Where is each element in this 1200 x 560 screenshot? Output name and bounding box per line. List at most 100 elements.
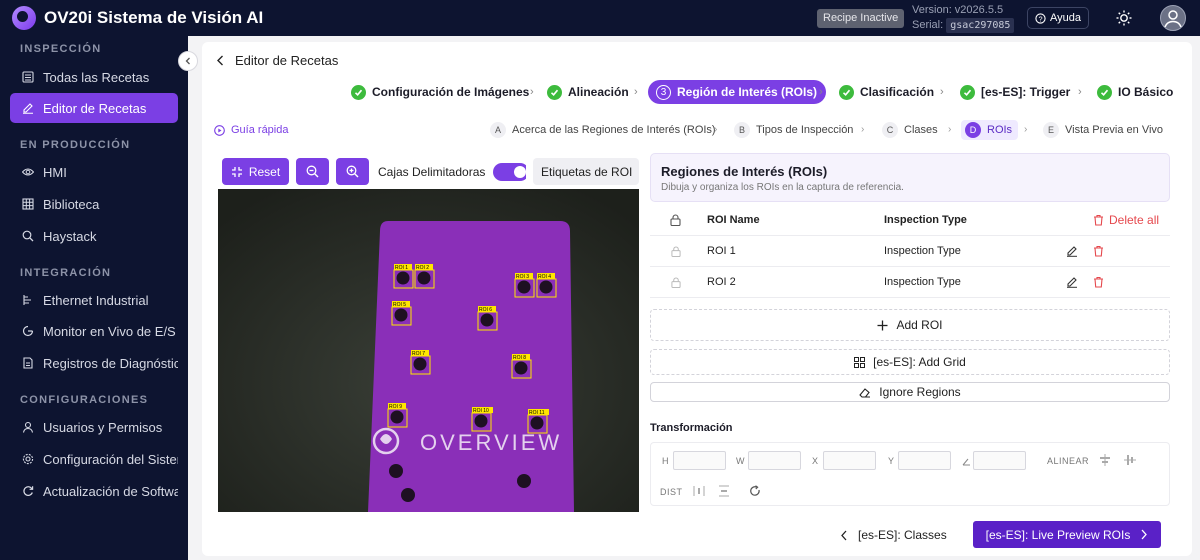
- bounding-boxes-switch[interactable]: [493, 162, 526, 181]
- step-io-basico[interactable]: IO Básico: [1097, 80, 1173, 104]
- rotation-input[interactable]: [973, 451, 1026, 470]
- delete-all-button[interactable]: Delete all: [1093, 205, 1159, 235]
- x-input[interactable]: [823, 451, 876, 470]
- zoom-in-button[interactable]: [336, 158, 369, 185]
- step-trigger[interactable]: [es-ES]: Trigger: [960, 80, 1070, 104]
- zoom-out-button[interactable]: [296, 158, 329, 185]
- edit-icon[interactable]: [1066, 236, 1078, 266]
- sidebar-item-label: Haystack: [43, 228, 97, 244]
- section-title-inspeccion: INSPECCIÓN: [20, 43, 102, 55]
- quick-guide-link[interactable]: Guía rápida: [214, 124, 288, 136]
- gear-icon: [22, 453, 34, 465]
- substep-label: Clases: [904, 124, 938, 136]
- substep-b[interactable]: B Tipos de Inspección: [734, 120, 853, 140]
- next-step-label: [es-ES]: Live Preview ROIs: [985, 527, 1131, 542]
- section-title-integracion: INTEGRACIÓN: [20, 267, 112, 279]
- add-grid-button[interactable]: [es-ES]: Add Grid: [650, 349, 1170, 375]
- unlock-icon[interactable]: [671, 236, 681, 266]
- substep-a[interactable]: A Acerca de las Regiones de Interés (ROI…: [490, 120, 716, 140]
- step-region-de-interes[interactable]: 3 Región de Interés (ROIs): [648, 80, 827, 104]
- trash-icon[interactable]: [1093, 236, 1104, 266]
- unlock-icon[interactable]: [671, 267, 681, 297]
- substep-e[interactable]: E Vista Previa en Vivo: [1043, 120, 1163, 140]
- lock-icon[interactable]: [670, 205, 681, 235]
- board-hole: [394, 308, 408, 322]
- substep-d[interactable]: D ROIs: [961, 120, 1019, 140]
- distribute-horizontal-icon[interactable]: [693, 485, 705, 497]
- network-icon: [23, 295, 31, 305]
- theme-toggle-icon[interactable]: [1116, 10, 1132, 26]
- section-title-configuraciones: CONFIGURACIONES: [20, 394, 149, 406]
- trash-icon[interactable]: [1093, 267, 1104, 297]
- reference-image: ROI 1 ROI 2 ROI 3 ROI 4 ROI 5 ROI 6 ROI 7 ROI 8…: [218, 189, 639, 512]
- align-vertical-icon[interactable]: [1124, 454, 1136, 466]
- table-header: ROI Name Inspection Type Delete all: [650, 205, 1170, 236]
- roi-label: ROI 1: [395, 265, 408, 271]
- chevron-right-icon: ›: [1078, 86, 1082, 98]
- step-label: IO Básico: [1118, 85, 1174, 99]
- ignore-regions-button[interactable]: Ignore Regions: [650, 382, 1170, 402]
- plus-icon: [877, 320, 888, 330]
- sidebar-item-monitor-en-vivo[interactable]: Monitor en Vivo de E/S: [10, 316, 178, 346]
- sidebar-item-usuarios-y-permisos[interactable]: Usuarios y Permisos: [10, 412, 178, 442]
- chevron-left-icon: [185, 57, 190, 65]
- version-info: Version: v2026.5.5 Serial: gsac297085: [912, 3, 1015, 33]
- chevron-right-icon: ›: [948, 124, 952, 135]
- roi-name: ROI 1: [707, 245, 736, 257]
- sidebar-item-label: Actualización de Software: [43, 483, 178, 499]
- previous-step-button[interactable]: [es-ES]: Classes: [840, 524, 947, 546]
- align-horizontal-icon[interactable]: [1099, 454, 1111, 466]
- board-hole: [539, 280, 553, 294]
- height-input[interactable]: [673, 451, 726, 470]
- roi-panel-subtitle: Dibuja y organiza los ROIs en la captura…: [661, 182, 904, 193]
- sidebar-item-label: Monitor en Vivo de E/S: [43, 323, 176, 339]
- play-circle-icon: [214, 124, 225, 136]
- board-hole: [401, 488, 415, 502]
- distribute-vertical-icon[interactable]: [718, 485, 730, 497]
- table-row[interactable]: ROI 2 Inspection Type: [650, 267, 1170, 298]
- bounding-boxes-toggle[interactable]: Cajas Delimitadoras: [370, 158, 526, 185]
- reset-button[interactable]: Reset: [222, 158, 289, 185]
- reference-image-canvas[interactable]: ROI 1 ROI 2 ROI 3 ROI 4 ROI 5 ROI 6 ROI 7 ROI 8…: [218, 189, 639, 512]
- add-roi-button[interactable]: Add ROI: [650, 309, 1170, 341]
- y-input[interactable]: [898, 451, 951, 470]
- sidebar-item-configuracion-del-sistema[interactable]: Configuración del Sistema: [10, 444, 178, 474]
- step-label: [es-ES]: Trigger: [981, 85, 1071, 99]
- transform-title: Transformación: [650, 422, 733, 434]
- top-bar: OV20i Sistema de Visión AI Recipe Inacti…: [0, 0, 1200, 36]
- width-input[interactable]: [748, 451, 801, 470]
- step-clasificacion[interactable]: Clasificación: [839, 80, 934, 104]
- sidebar-item-haystack[interactable]: Haystack: [10, 221, 178, 251]
- rotate-icon[interactable]: [749, 485, 761, 497]
- user-avatar[interactable]: [1160, 5, 1186, 31]
- roi-labels-toggle[interactable]: Etiquetas de ROI: [533, 158, 639, 185]
- sidebar-item-todas-las-recetas[interactable]: Todas las Recetas: [10, 62, 178, 92]
- quick-guide-label: Guía rápida: [231, 124, 289, 136]
- step-configuracion-de-imagenes[interactable]: Configuración de Imágenes: [351, 80, 529, 104]
- roi-label: ROI 7: [412, 351, 425, 357]
- table-row[interactable]: ROI 1 Inspection Type: [650, 236, 1170, 267]
- transform-panel: H W X Y ALINEAR DIST: [650, 442, 1170, 506]
- help-button[interactable]: ? Ayuda: [1027, 7, 1089, 29]
- edit-icon[interactable]: [1066, 267, 1078, 297]
- back-link[interactable]: Editor de Recetas: [216, 53, 338, 68]
- sidebar-item-label: Configuración del Sistema: [43, 451, 178, 467]
- sidebar-item-hmi[interactable]: HMI: [10, 157, 178, 187]
- step-alineacion[interactable]: Alineación: [547, 80, 629, 104]
- roi-label: ROI 9: [389, 404, 402, 410]
- sidebar-item-ethernet-industrial[interactable]: Ethernet Industrial: [10, 285, 178, 315]
- substep-letter: C: [882, 122, 898, 138]
- ignore-regions-label: Ignore Regions: [879, 385, 961, 399]
- sidebar-item-biblioteca[interactable]: Biblioteca: [10, 189, 178, 219]
- sidebar-collapse-button[interactable]: [178, 51, 198, 71]
- board-hole: [514, 361, 528, 375]
- main-panel: Editor de Recetas Configuración de Imáge…: [202, 42, 1192, 556]
- sidebar-item-editor-de-recetas[interactable]: Editor de Recetas: [10, 93, 178, 123]
- sidebar-item-registros-de-diagnostico[interactable]: Registros de Diagnóstico: [10, 348, 178, 378]
- substep-c[interactable]: C Clases: [882, 120, 938, 140]
- step-label: Alineación: [568, 85, 629, 99]
- roi-panel-title: Regiones de Interés (ROIs): [661, 164, 828, 179]
- chevron-right-icon: ›: [819, 86, 823, 98]
- next-step-button[interactable]: [es-ES]: Live Preview ROIs: [973, 521, 1161, 548]
- sidebar-item-actualizacion-de-software[interactable]: Actualización de Software: [10, 476, 178, 506]
